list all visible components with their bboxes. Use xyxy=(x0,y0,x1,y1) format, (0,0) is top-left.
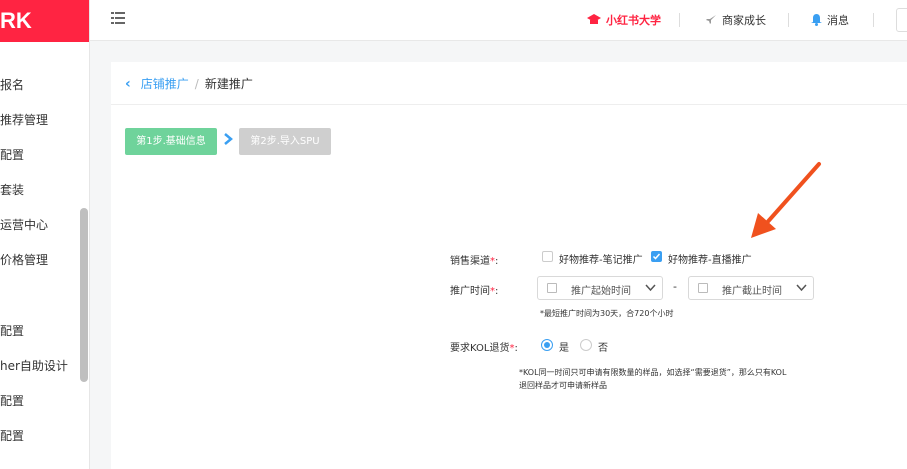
annotation-arrow xyxy=(751,162,821,238)
